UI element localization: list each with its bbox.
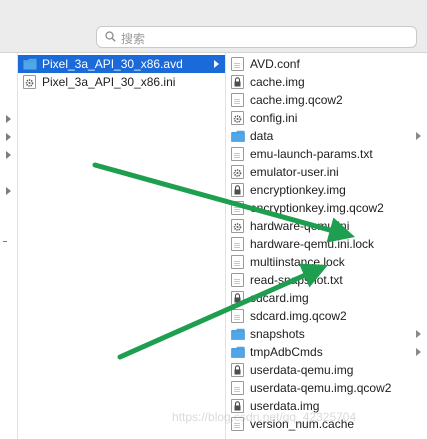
file-row[interactable]: userdata-qemu.img <box>226 361 427 379</box>
lock-file-icon <box>231 291 244 305</box>
chevron-right-icon <box>6 187 11 195</box>
file-row[interactable]: Pixel_3a_API_30_x86.ini <box>18 73 225 91</box>
file-name: encryptionkey.img <box>250 183 346 197</box>
file-name: emu-launch-params.txt <box>250 147 373 161</box>
document-icon <box>231 147 244 161</box>
search-placeholder: 搜索 <box>121 32 146 46</box>
search-field[interactable]: 搜索 <box>96 26 417 48</box>
document-icon <box>231 273 244 287</box>
file-row[interactable]: read-snapshot.txt <box>226 271 427 289</box>
file-row[interactable]: sdcard.img.qcow2 <box>226 307 427 325</box>
file-name: hardware-qemu.ini <box>250 219 350 233</box>
file-name: Pixel_3a_API_30_x86.ini <box>42 75 176 89</box>
file-name: AVD.conf <box>250 57 300 71</box>
file-name: userdata-qemu.img.qcow2 <box>250 381 392 395</box>
document-icon <box>231 201 244 215</box>
chevron-right-icon <box>416 132 421 140</box>
chevron-right-icon <box>6 151 11 159</box>
file-name: read-snapshot.txt <box>250 273 343 287</box>
gear-file-icon <box>231 111 244 125</box>
file-name: cache.img.qcow2 <box>250 93 343 107</box>
file-row[interactable]: snapshots <box>226 325 427 343</box>
gear-file-icon <box>231 219 244 233</box>
document-icon <box>231 255 244 269</box>
search-icon <box>105 31 116 42</box>
file-row[interactable]: data <box>226 127 427 145</box>
gear-file-icon <box>231 165 244 179</box>
file-name: config.ini <box>250 111 298 125</box>
file-row[interactable]: config.ini <box>226 109 427 127</box>
file-name: cache.img <box>250 75 305 89</box>
file-row[interactable]: tmpAdbCmds <box>226 343 427 361</box>
chevron-right-icon <box>6 133 11 141</box>
strip-mark <box>3 241 7 242</box>
document-icon <box>231 57 244 71</box>
file-row[interactable]: Pixel_3a_API_30_x86.avd <box>18 55 225 73</box>
file-name: encryptionkey.img.qcow2 <box>250 201 384 215</box>
file-name: sdcard.img.qcow2 <box>250 309 347 323</box>
chevron-right-icon <box>214 60 219 68</box>
file-name: tmpAdbCmds <box>250 345 323 359</box>
watermark: https://blog.csdn.net/qq_42325704 <box>172 410 357 424</box>
lock-file-icon <box>231 75 244 89</box>
chevron-right-icon <box>6 115 11 123</box>
folder-icon <box>231 130 245 144</box>
file-name: data <box>250 129 274 143</box>
document-icon <box>231 381 244 395</box>
folder-icon <box>231 328 245 342</box>
file-row[interactable]: AVD.conf <box>226 55 427 73</box>
document-icon <box>231 237 244 251</box>
file-row[interactable]: userdata-qemu.img.qcow2 <box>226 379 427 397</box>
file-row[interactable]: hardware-qemu.ini.lock <box>226 235 427 253</box>
file-name: hardware-qemu.ini.lock <box>250 237 375 251</box>
folder-icon <box>23 58 37 72</box>
document-icon <box>231 309 244 323</box>
file-name: Pixel_3a_API_30_x86.avd <box>42 57 183 71</box>
file-row[interactable]: encryptionkey.img <box>226 181 427 199</box>
file-row[interactable]: hardware-qemu.ini <box>226 217 427 235</box>
file-name: multiinstance.lock <box>250 255 345 269</box>
document-icon <box>231 93 244 107</box>
file-name: sdcard.img <box>250 291 309 305</box>
file-name: userdata-qemu.img <box>250 363 354 377</box>
file-row[interactable]: multiinstance.lock <box>226 253 427 271</box>
chevron-right-icon <box>416 348 421 356</box>
folder-column[interactable]: Pixel_3a_API_30_x86.avd Pixel_3a_API_30_x… <box>18 53 226 439</box>
file-row[interactable]: emulator-user.ini <box>226 163 427 181</box>
file-row[interactable]: encryptionkey.img.qcow2 <box>226 199 427 217</box>
file-row[interactable]: emu-launch-params.txt <box>226 145 427 163</box>
parent-column[interactable] <box>0 53 18 439</box>
file-row[interactable]: sdcard.img <box>226 289 427 307</box>
toolbar: 搜索 <box>0 0 427 53</box>
file-name: snapshots <box>250 327 305 341</box>
file-row[interactable]: cache.img <box>226 73 427 91</box>
file-name: emulator-user.ini <box>250 165 339 179</box>
chevron-right-icon <box>416 330 421 338</box>
lock-file-icon <box>231 363 244 377</box>
file-row[interactable]: cache.img.qcow2 <box>226 91 427 109</box>
lock-file-icon <box>231 183 244 197</box>
file-column[interactable]: AVD.conf cache.img cache.img.qcow2 config.i… <box>226 53 427 439</box>
gear-file-icon <box>23 75 36 89</box>
folder-icon <box>231 346 245 360</box>
